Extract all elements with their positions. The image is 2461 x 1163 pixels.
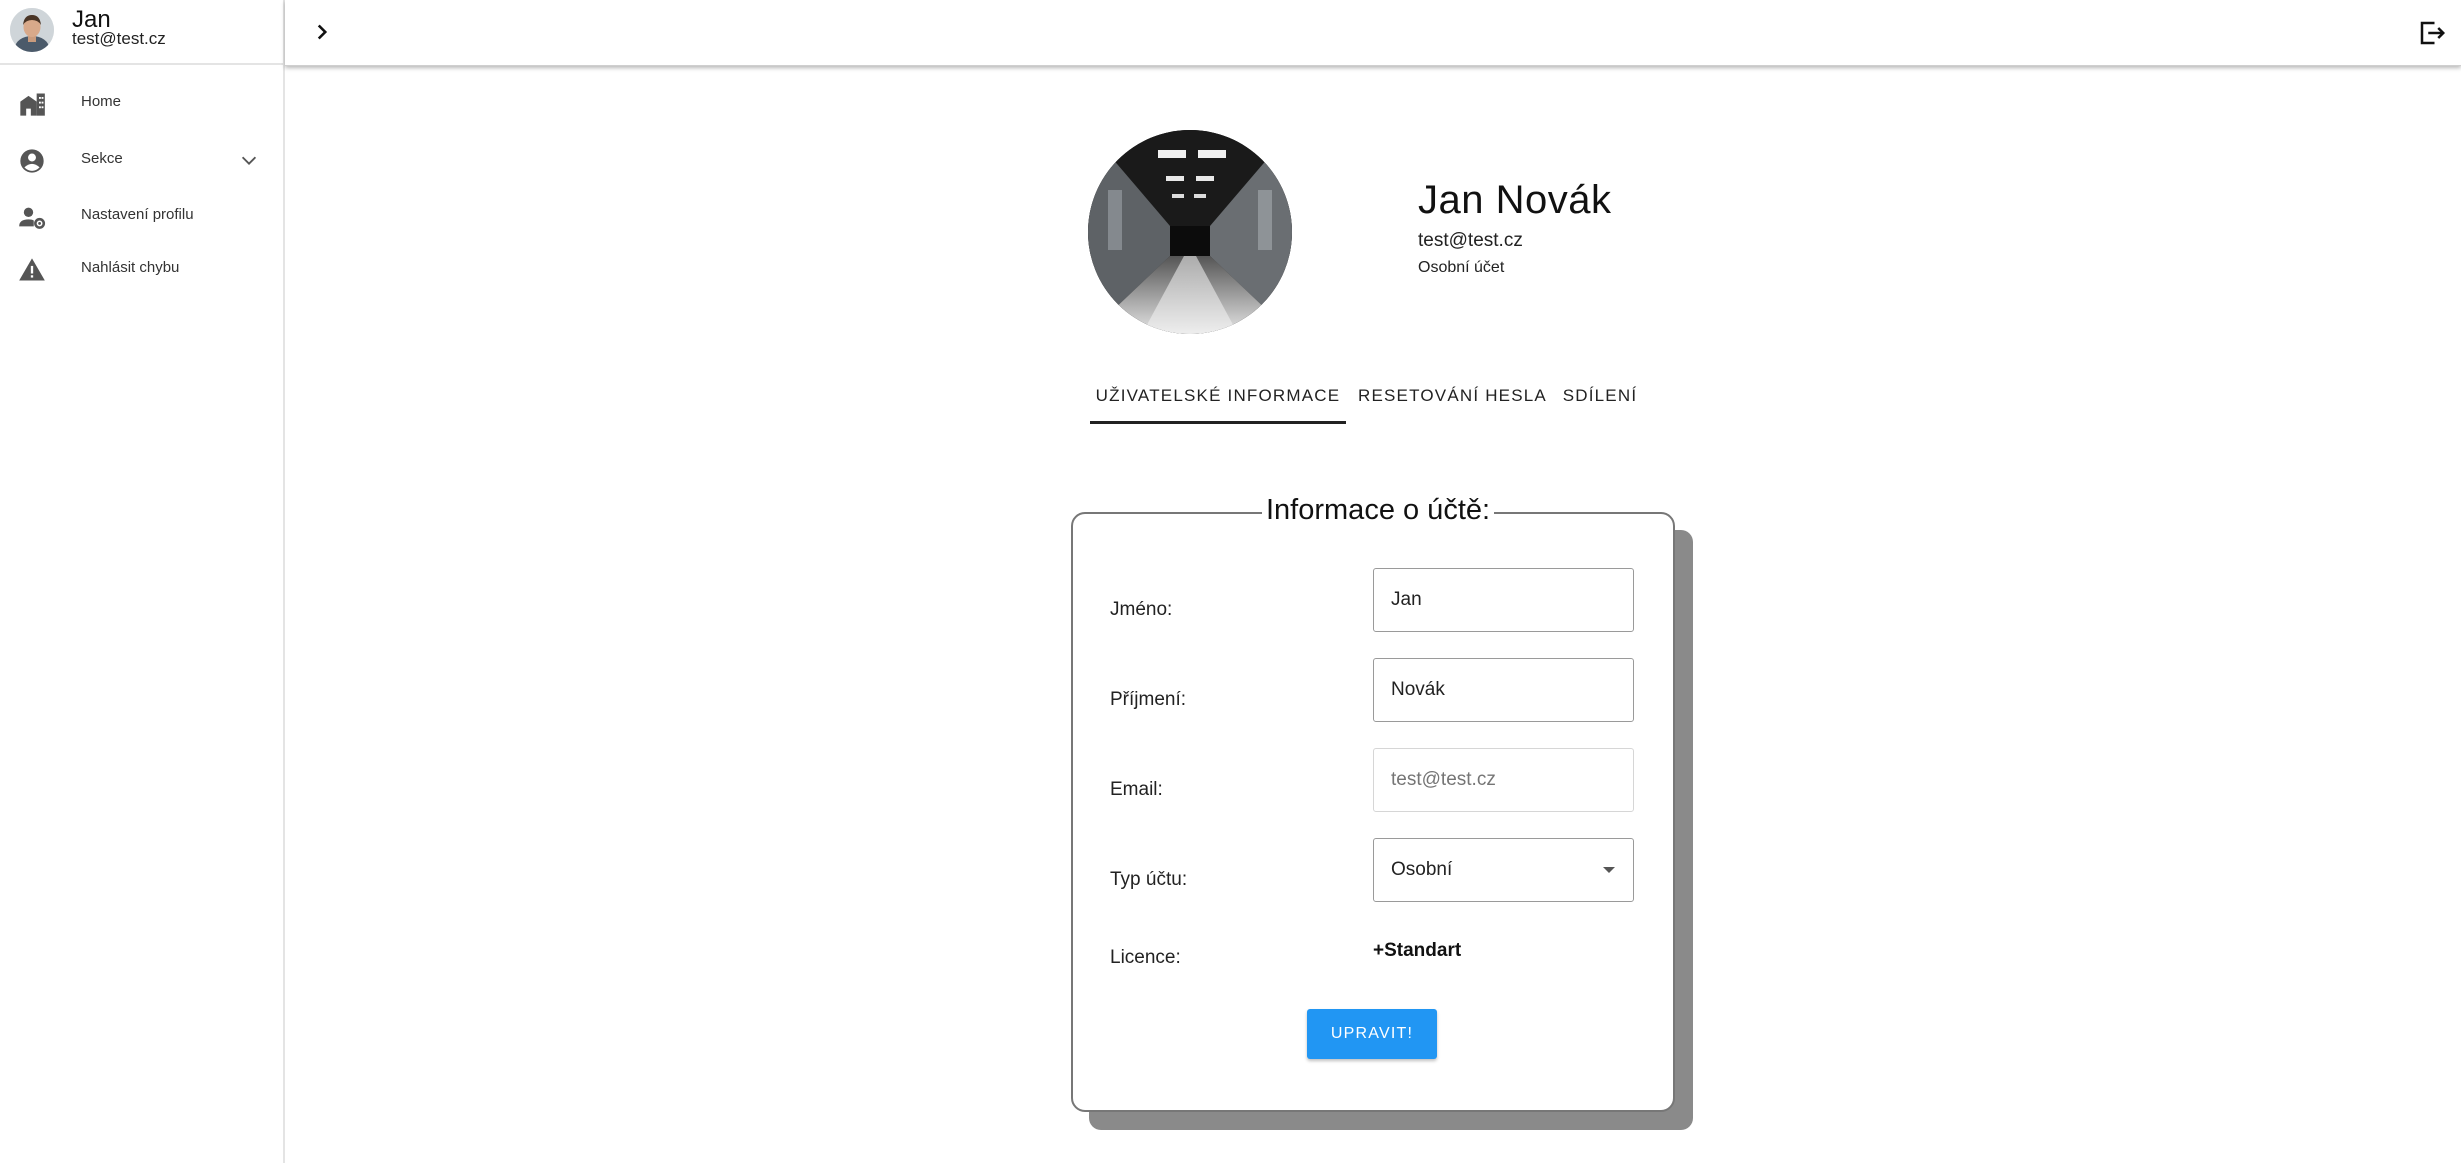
home-buildings-icon — [18, 90, 46, 118]
warning-triangle-icon — [18, 256, 46, 284]
topbar — [285, 0, 2461, 66]
sidebar: Jan test@test.cz Home Sekce Nastavení pr… — [0, 0, 285, 1163]
first-name-label: Jméno: — [1110, 599, 1173, 620]
sidebar-item-home[interactable]: Home — [0, 78, 283, 128]
last-name-label: Příjmení: — [1110, 689, 1187, 710]
licence-value: +Standart — [1373, 940, 1462, 961]
sidebar-item-label: Sekce — [81, 150, 123, 167]
account-type-value: Osobní — [1391, 859, 1453, 880]
submit-button[interactable]: UPRAVIT! — [1307, 1009, 1437, 1059]
account-type-label: Typ účtu: — [1110, 869, 1188, 890]
tab-sdileni[interactable]: SDÍLENÍ — [1560, 372, 1640, 424]
tab-uzivatelske-informace[interactable]: UŽIVATELSKÉ INFORMACE — [1090, 372, 1346, 424]
user-email: test@test.cz — [72, 29, 166, 48]
profile-photo — [1088, 130, 1292, 334]
sidebar-item-label: Home — [81, 93, 122, 110]
profile-email: test@test.cz — [1418, 230, 1523, 251]
licence-label: Licence: — [1110, 947, 1181, 968]
sidebar-user-header: Jan test@test.cz — [0, 0, 283, 65]
logout-icon[interactable] — [2417, 18, 2447, 48]
profile-full-name: Jan Novák — [1418, 178, 1612, 222]
sidebar-item-sekce[interactable]: Sekce — [0, 135, 283, 185]
dropdown-arrow-icon — [1603, 867, 1615, 873]
sidebar-item-label: Nastavení profilu — [81, 206, 194, 223]
sidebar-item-nastaveni-profilu[interactable]: Nastavení profilu — [0, 191, 283, 241]
user-settings-icon — [18, 203, 46, 231]
profile-account-type: Osobní účet — [1418, 259, 1505, 276]
chevron-right-icon[interactable] — [309, 19, 335, 45]
first-name-input[interactable] — [1373, 568, 1634, 632]
last-name-input[interactable] — [1373, 658, 1634, 722]
sidebar-item-nahlasit-chybu[interactable]: Nahlásit chybu — [0, 244, 283, 294]
account-type-select[interactable]: Osobní — [1373, 838, 1634, 902]
email-label: Email: — [1110, 779, 1163, 800]
chevron-down-icon[interactable] — [238, 149, 260, 171]
tab-resetovani-hesla[interactable]: RESETOVÁNÍ HESLA — [1358, 372, 1546, 424]
user-avatar — [10, 8, 54, 52]
email-field — [1373, 748, 1634, 812]
sidebar-item-label: Nahlásit chybu — [81, 259, 180, 276]
account-circle-icon — [18, 147, 46, 175]
card-legend: Informace o účtě: — [1262, 494, 1495, 527]
